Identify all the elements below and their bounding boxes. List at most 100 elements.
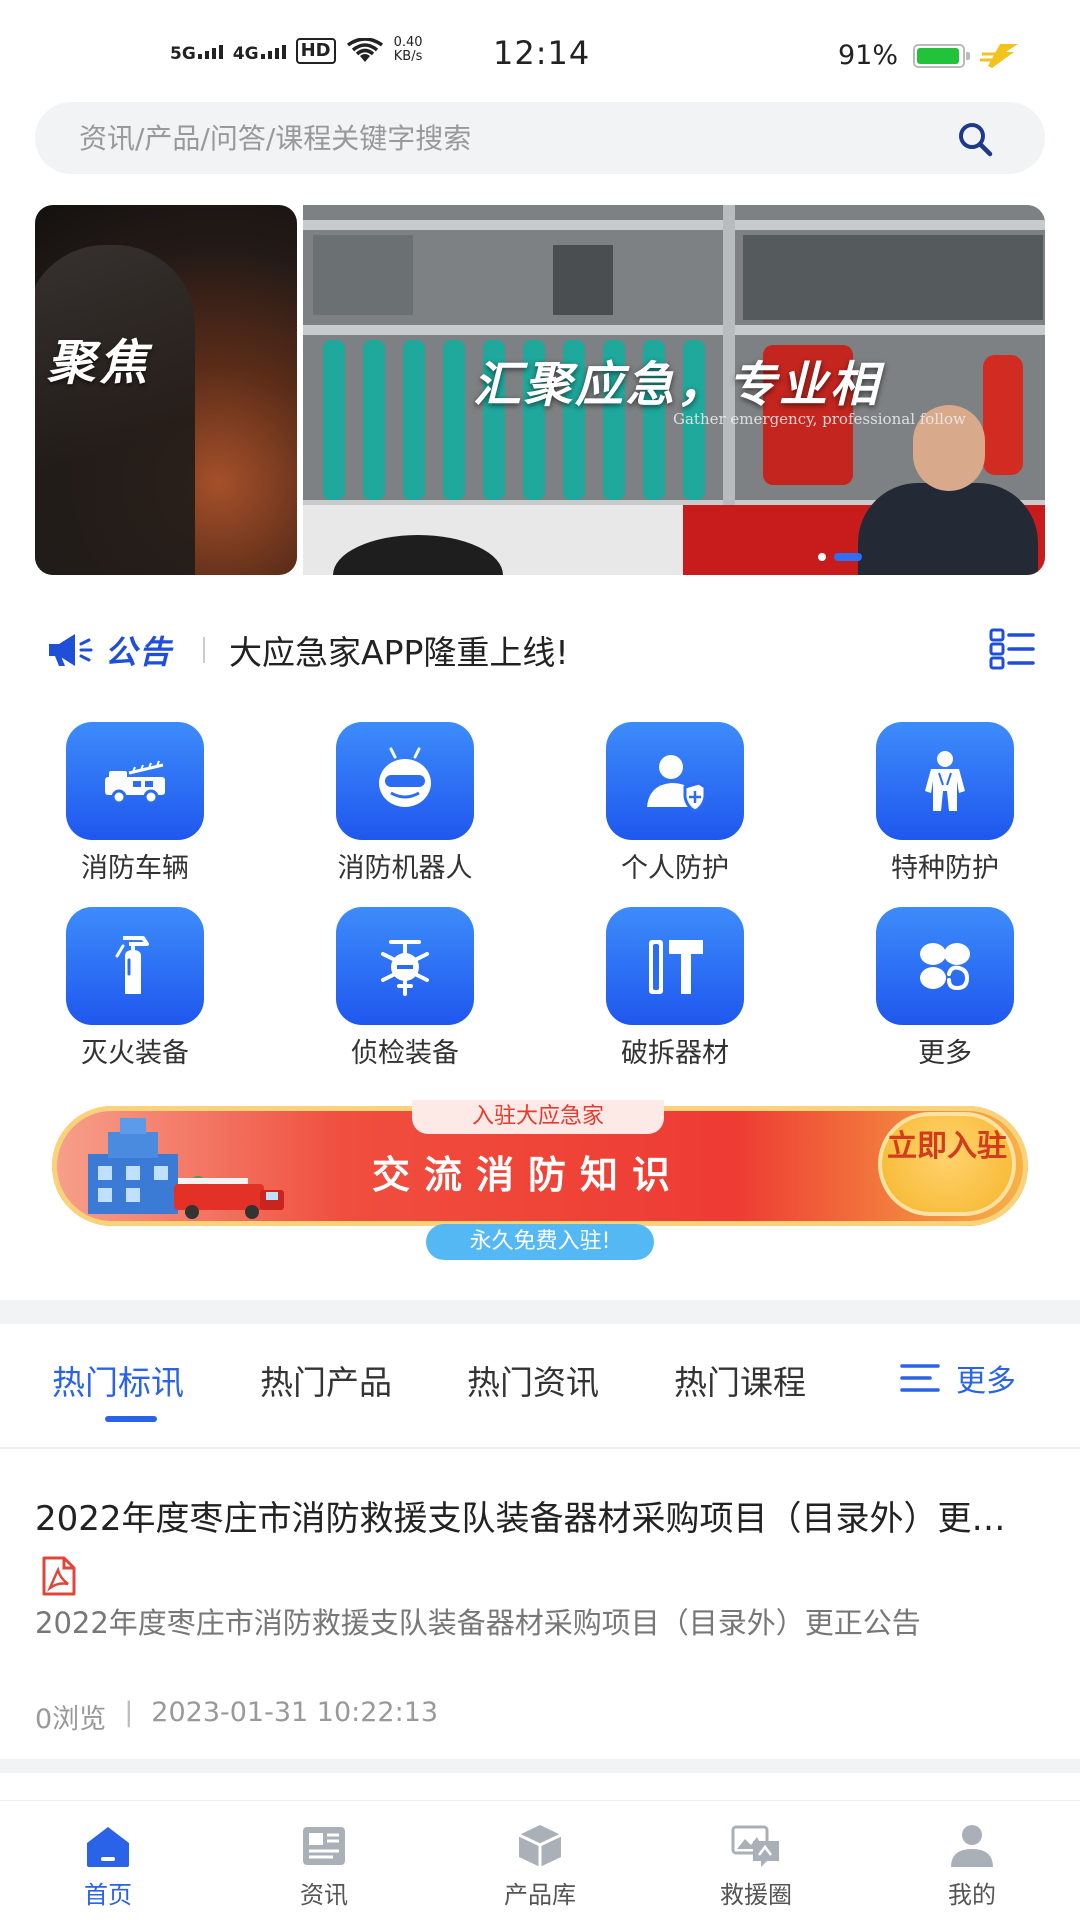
menu-icon (900, 1364, 940, 1392)
network-4g: 4G (233, 44, 286, 64)
firefighter-photo (858, 405, 1038, 575)
category-label: 侦检装备 (351, 1038, 459, 1069)
charging-icon (980, 44, 1018, 68)
megaphone-icon (49, 634, 93, 666)
nav-label: 救援圈 (720, 1881, 792, 1909)
network-speed-value: 0.40 (393, 35, 423, 50)
article-description: 2022年度枣庄市消防救援支队装备器材采购项目（目录外）更正公告 (35, 1606, 921, 1640)
banner-subtitle: Gather emergency, professional follow (673, 410, 966, 428)
more-tabs-button[interactable]: 更多 (900, 1356, 1016, 1400)
view-count: 0浏览 (35, 1704, 107, 1735)
divider (203, 637, 206, 663)
more-apps-icon (920, 943, 970, 991)
banner-title: 汇聚应急，专业相 (473, 357, 882, 413)
nav-label: 产品库 (504, 1881, 576, 1909)
category-label: 灭火装备 (81, 1038, 189, 1069)
wifi-icon (346, 38, 383, 62)
nav-news[interactable]: 资讯 (254, 1823, 394, 1910)
clock: 12:14 (493, 34, 591, 72)
meta-separator: | (124, 1697, 134, 1728)
bottom-navigation: 首页 资讯 产品库 救援圈 我的 (0, 1800, 1080, 1920)
user-icon (951, 1825, 993, 1867)
join-now-button[interactable]: 立即入驻 (878, 1112, 1016, 1216)
carousel-dot[interactable] (818, 553, 826, 561)
category-fire-vehicles[interactable]: 消防车辆 (35, 722, 235, 885)
network-4g-label: 4G (232, 44, 259, 64)
list-view-icon[interactable] (989, 628, 1035, 670)
chat-image-icon (731, 1825, 779, 1867)
category-personal-protection[interactable]: 个人防护 (575, 722, 775, 885)
firefighter-silhouette-image (35, 245, 195, 575)
person-shield-icon (647, 755, 707, 813)
category-label: 破拆器材 (621, 1038, 729, 1069)
announcement-text[interactable]: 大应急家APP隆重上线! (229, 626, 569, 674)
demolition-tool-icon (649, 940, 703, 994)
nav-product-library[interactable]: 产品库 (470, 1823, 610, 1910)
hd-badge: HD (295, 38, 336, 64)
banner-slide-current[interactable]: 汇聚应急，专业相 Gather emergency, professional … (303, 205, 1045, 575)
cube-icon (518, 1825, 562, 1867)
promo-main-text: 交流消防知识 (372, 1153, 685, 1197)
news-icon (303, 1827, 345, 1865)
search-bar[interactable] (35, 102, 1045, 174)
nav-profile[interactable]: 我的 (902, 1823, 1042, 1910)
announcement-bar[interactable]: 公告 大应急家APP隆重上线! (45, 620, 1035, 680)
category-label: 消防车辆 (81, 853, 189, 884)
category-more[interactable]: 更多 (845, 907, 1045, 1070)
tab-hot-bids[interactable]: 热门标讯 (52, 1356, 184, 1404)
protective-suit-icon (925, 751, 965, 811)
promo-banner[interactable]: 入驻大应急家 交流消防知识 立即入驻 永久免费入驻! (52, 1100, 1028, 1260)
active-tab-indicator (105, 1416, 157, 1422)
network-speed: 0.40 KB/s (394, 36, 423, 64)
signal-bars-icon (197, 45, 223, 59)
detector-icon (381, 940, 429, 996)
tab-hot-products[interactable]: 热门产品 (260, 1356, 392, 1404)
network-5g: 5G (170, 44, 223, 64)
app-home-screen: 5G 4G HD 0.40 KB/s 12:14 91% 资讯/产品/问答/课程… (0, 0, 1080, 1920)
banner-carousel[interactable]: 聚焦 汇聚应急，专业相 Gather emergency, profession… (35, 205, 1045, 575)
network-speed-unit: KB/s (393, 49, 423, 64)
search-icon[interactable] (955, 119, 995, 159)
banner-slide-previous-text: 聚焦 (47, 335, 152, 391)
article-meta: 0浏览 | 2023-01-31 10:22:13 (35, 1697, 438, 1736)
hot-content-tabs: 热门标讯 热门产品 热门资讯 热门课程 更多 (0, 1324, 1080, 1449)
announcement-label: 公告 (105, 633, 174, 671)
more-tabs-label: 更多 (956, 1364, 1016, 1399)
nav-label: 我的 (948, 1881, 996, 1909)
search-input[interactable] (79, 121, 939, 155)
category-detection-equipment[interactable]: 侦检装备 (305, 907, 505, 1070)
fire-truck-illustration (174, 1178, 284, 1219)
battery-icon (913, 44, 970, 68)
article-title[interactable]: 2022年度枣庄市消防救援支队装备器材采购项目（目录外）更正公告 (35, 1491, 1025, 1540)
publish-time: 2023-01-31 10:22:13 (151, 1697, 439, 1728)
nav-label: 资讯 (300, 1881, 348, 1909)
category-label: 消防机器人 (337, 853, 473, 884)
home-icon (87, 1827, 129, 1867)
nav-home[interactable]: 首页 (38, 1823, 178, 1910)
robot-icon (379, 747, 431, 807)
category-extinguishing-equipment[interactable]: 灭火装备 (35, 907, 235, 1070)
category-fire-robots[interactable]: 消防机器人 (305, 722, 505, 885)
battery-percent: 91% (838, 40, 899, 71)
section-divider (0, 1300, 1080, 1324)
category-label: 特种防护 (891, 853, 999, 884)
signal-bars-icon (260, 45, 286, 59)
promo-top-tag: 入驻大应急家 (412, 1100, 664, 1134)
banner-slide-previous[interactable]: 聚焦 (35, 205, 297, 575)
extinguisher-icon (115, 936, 149, 994)
category-demolition-tools[interactable]: 破拆器材 (575, 907, 775, 1070)
pdf-icon (42, 1556, 76, 1596)
fire-truck-icon (105, 760, 165, 805)
carousel-dot-active[interactable] (834, 553, 862, 561)
nav-rescue-circle[interactable]: 救援圈 (686, 1823, 826, 1910)
nav-label: 首页 (84, 1881, 132, 1909)
promo-free-tag: 永久免费入驻! (426, 1224, 654, 1260)
category-label: 个人防护 (621, 853, 729, 884)
status-bar: 5G 4G HD 0.40 KB/s 12:14 91% (0, 0, 1080, 100)
network-indicators: 5G 4G HD 0.40 KB/s (170, 36, 423, 64)
category-special-protection[interactable]: 特种防护 (845, 722, 1045, 885)
tab-hot-news[interactable]: 热门资讯 (467, 1356, 599, 1404)
tab-hot-courses[interactable]: 热门课程 (674, 1356, 806, 1404)
category-label: 更多 (918, 1038, 972, 1069)
list-item[interactable]: 2022年度枣庄市消防救援支队装备器材采购项目（目录外）更正公告 2022年度枣… (0, 1451, 1080, 1759)
